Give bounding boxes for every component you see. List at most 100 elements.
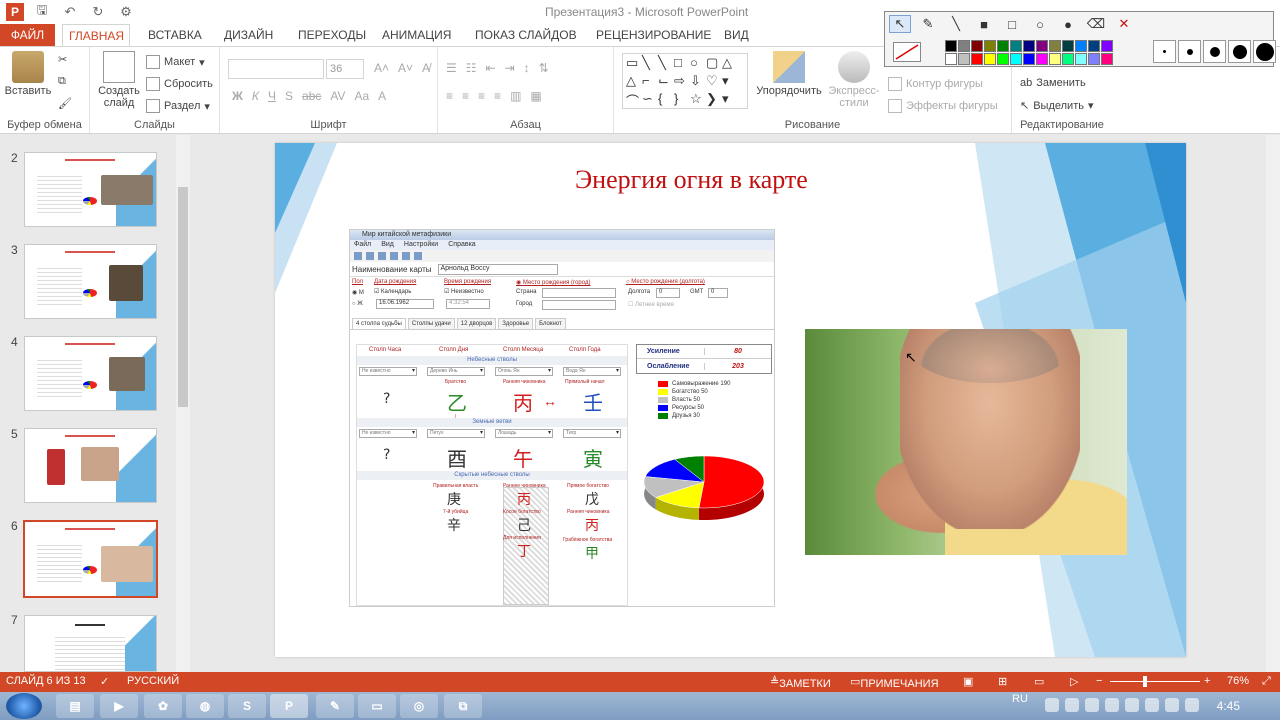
thumbnails-scrollbar[interactable] [176,135,190,672]
color-swatch[interactable] [984,40,996,52]
tray-icon[interactable] [1125,698,1139,712]
decrease-indent-icon[interactable]: ⇤ [486,61,496,75]
slideshow-icon[interactable]: ▷ [1070,675,1078,688]
clear-format-icon[interactable]: A̸ [422,61,430,75]
color-swatch[interactable] [1049,40,1061,52]
replace-button[interactable]: ab Заменить [1020,77,1086,89]
new-slide-button[interactable]: Создать слайд [96,51,142,109]
taskbar-powerpoint-icon[interactable]: P [270,694,308,718]
font-size-input[interactable]: 36 [326,59,364,79]
tab-insert[interactable]: ВСТАВКА [142,24,208,46]
taskbar-other-icon[interactable]: ⧉ [444,694,482,718]
section-button[interactable]: Раздел ▾ [146,99,210,113]
star-shape-icon[interactable]: ☆ [690,91,706,109]
color-swatch[interactable] [1049,53,1061,65]
shape-effects-button[interactable]: Эффекты фигуры [888,99,998,113]
color-swatch[interactable] [971,40,983,52]
pen-size-4[interactable] [1228,40,1251,63]
tab-transitions[interactable]: ПЕРЕХОДЫ [292,24,372,46]
brace-shape-icon[interactable]: } [674,91,690,109]
taskbar-explorer-icon[interactable]: ▤ [56,694,94,718]
tray-icon[interactable] [1045,698,1059,712]
bold-button[interactable]: Ж [232,89,243,103]
zoom-slider-track[interactable] [1110,681,1200,682]
arrange-button[interactable]: Упорядочить [754,51,824,97]
tab-view[interactable]: ВИД [718,24,755,46]
pen-size-3[interactable] [1203,40,1226,63]
color-swatch[interactable] [1010,40,1022,52]
eraser-icon[interactable]: ⌫ [1085,15,1107,33]
font-color-button[interactable]: A [378,89,386,103]
color-swatch[interactable] [1075,53,1087,65]
tray-icon[interactable] [1145,698,1159,712]
align-center-icon[interactable]: ≡ [462,89,469,103]
oval-shape-icon[interactable]: ○ [690,55,706,73]
slide-title[interactable]: Энергия огня в карте [575,165,808,195]
slide-thumbnail-3[interactable] [24,244,157,319]
current-slide[interactable]: Энергия огня в карте Мир китайской метаф… [275,143,1186,657]
color-swatch[interactable] [1010,53,1022,65]
line-spacing-icon[interactable]: ↕ [524,61,530,75]
color-swatch[interactable] [945,40,957,52]
taskbar-skype-icon[interactable]: S [228,694,266,718]
taskbar-settings-icon[interactable]: ✿ [144,694,182,718]
paste-button[interactable]: Вставить [4,51,52,97]
clock[interactable]: 4:45 [1217,699,1240,713]
more-shapes-icon[interactable]: ▾ [722,73,738,91]
shadow-button[interactable]: S [285,89,293,103]
color-swatch[interactable] [1023,53,1035,65]
chevron-shape-icon[interactable]: ❯ [706,91,722,109]
zoom-level[interactable]: 76% [1227,675,1249,687]
cut-icon[interactable]: ✂ [58,53,67,66]
pen-size-2[interactable] [1178,40,1201,63]
rect-shape-icon[interactable]: □ [674,55,690,73]
slide-thumbnail-4[interactable] [24,336,157,411]
color-swatch[interactable] [984,53,996,65]
strikethrough-button[interactable]: abc [302,89,321,103]
slide-sorter-icon[interactable]: ⊞ [998,675,1007,688]
line-shape-icon[interactable]: ╲ [658,55,674,73]
shrink-font-icon[interactable]: A˅ [398,61,413,75]
curve-shape-icon[interactable]: ∽ [642,91,658,109]
powerpoint-logo-icon[interactable]: P [6,3,24,21]
smartart-icon[interactable]: ▦ [530,89,541,103]
language-indicator[interactable]: РУССКИЙ [127,675,179,687]
tab-home[interactable]: ГЛАВНАЯ [62,24,130,46]
color-swatch[interactable] [1062,40,1074,52]
tray-icon[interactable] [1165,698,1179,712]
connector-shape-icon[interactable]: ⌐ [642,73,658,91]
filled-rect-icon[interactable]: ■ [973,15,995,33]
shape-outline-button[interactable]: Контур фигуры [888,77,983,91]
more-shapes-icon[interactable]: ▾ [722,91,738,109]
select-button[interactable]: ↖ Выделить ▾ [1020,99,1094,113]
color-swatch[interactable] [1036,53,1048,65]
tab-design[interactable]: ДИЗАЙН [218,24,279,46]
normal-view-icon[interactable]: ▣ [963,675,973,688]
color-swatch[interactable] [1062,53,1074,65]
redo-icon[interactable]: ↻ [88,2,108,22]
color-swatch[interactable] [1101,53,1113,65]
color-swatch[interactable] [958,53,970,65]
triangle-shape-icon[interactable]: △ [722,55,738,73]
zoom-in-icon[interactable]: + [1204,675,1210,687]
tray-icon[interactable] [1085,698,1099,712]
undo-icon[interactable]: ↶ [60,2,80,22]
tab-animations[interactable]: АНИМАЦИЯ [376,24,457,46]
slide-thumbnail-5[interactable] [24,428,157,503]
arrow-shape-icon[interactable]: ⇨ [674,73,690,91]
underline-button[interactable]: Ч [268,89,276,103]
format-painter-icon[interactable]: 🖌 [58,97,72,110]
columns-icon[interactable]: ▥ [510,89,521,103]
taskbar-media-icon[interactable]: ▶ [100,694,138,718]
tab-slideshow[interactable]: ПОКАЗ СЛАЙДОВ [469,24,583,46]
color-swatch[interactable] [1101,40,1113,52]
text-direction-icon[interactable]: ⇅ [539,61,549,75]
color-swatch[interactable] [1088,40,1100,52]
save-icon[interactable]: 🖫 [32,2,52,22]
reset-button[interactable]: Сбросить [146,77,213,91]
color-swatch[interactable] [1088,53,1100,65]
ellipse-icon[interactable]: ○ [1029,15,1051,33]
filled-ellipse-icon[interactable]: ● [1057,15,1079,33]
reading-view-icon[interactable]: ▭ [1034,675,1044,688]
layout-button[interactable]: Макет ▾ [146,55,205,69]
